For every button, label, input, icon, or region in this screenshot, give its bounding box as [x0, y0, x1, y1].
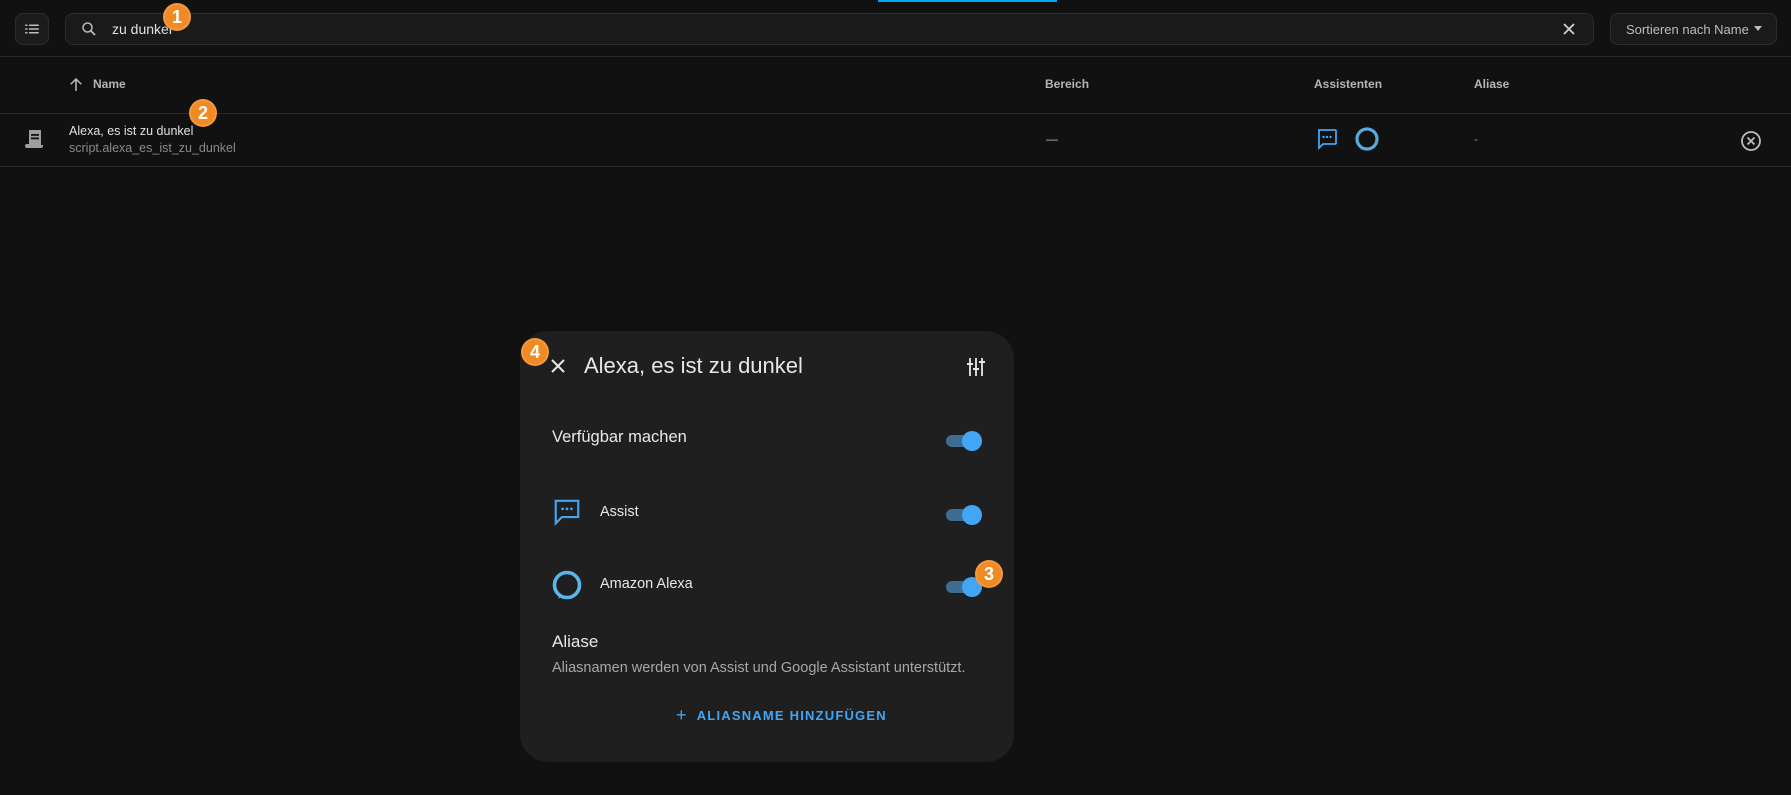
- divider: [0, 56, 1791, 57]
- search-field[interactable]: [65, 13, 1594, 45]
- sort-dropdown[interactable]: Sortieren nach Name: [1610, 13, 1777, 45]
- annotation-badge-2: 2: [189, 99, 217, 127]
- close-icon[interactable]: [546, 354, 570, 378]
- annotation-badge-1: 1: [163, 3, 191, 31]
- tune-settings-icon[interactable]: [964, 355, 988, 379]
- search-input[interactable]: [110, 20, 1559, 38]
- sort-ascending-icon[interactable]: [67, 76, 85, 97]
- column-header-name[interactable]: Name: [93, 77, 126, 91]
- sort-label: Sortieren nach Name: [1626, 21, 1749, 37]
- remove-circle-icon[interactable]: [1739, 129, 1763, 153]
- script-icon: [25, 130, 43, 148]
- chevron-down-icon: [1754, 26, 1762, 31]
- row-entity-id: script.alexa_es_ist_zu_dunkel: [69, 141, 236, 155]
- assistant-label-assist: Assist: [600, 504, 639, 520]
- add-alias-button[interactable]: + ALIASNAME HINZUFÜGEN: [676, 703, 887, 727]
- expose-toggle[interactable]: [944, 429, 982, 451]
- expose-entity-dialog: Alexa, es ist zu dunkel Verfügbar machen…: [520, 331, 1014, 762]
- alexa-icon: [1355, 127, 1379, 151]
- column-header-area[interactable]: Bereich: [1045, 77, 1089, 91]
- assist-icon: [1318, 129, 1337, 151]
- annotation-badge-4: 4: [521, 338, 549, 366]
- column-header-aliases: Aliase: [1474, 77, 1510, 91]
- row-area: —: [1046, 132, 1058, 146]
- divider: [0, 166, 1791, 167]
- row-name: Alexa, es ist zu dunkel: [69, 124, 194, 138]
- filter-list-icon: [25, 24, 39, 34]
- search-icon: [80, 19, 100, 39]
- assist-toggle[interactable]: [944, 503, 982, 525]
- plus-icon: +: [676, 704, 688, 725]
- dialog-title: Alexa, es ist zu dunkel: [584, 353, 803, 378]
- filter-toggle-button[interactable]: [15, 13, 49, 45]
- aliases-heading: Aliase: [552, 632, 599, 651]
- column-header-assistants: Assistenten: [1314, 77, 1383, 91]
- expose-label: Verfügbar machen: [552, 428, 687, 446]
- divider: [0, 113, 1791, 114]
- assist-icon: [554, 499, 580, 526]
- assistant-label-alexa: Amazon Alexa: [600, 576, 693, 592]
- annotation-badge-3: 3: [975, 560, 1003, 588]
- alexa-icon: [552, 570, 582, 600]
- active-tab-indicator: [878, 0, 1057, 2]
- add-alias-label: ALIASNAME HINZUFÜGEN: [696, 707, 887, 723]
- aliases-description: Aliasnamen werden von Assist und Google …: [552, 660, 966, 676]
- row-aliases: -: [1474, 132, 1478, 146]
- clear-search-icon[interactable]: [1559, 19, 1579, 39]
